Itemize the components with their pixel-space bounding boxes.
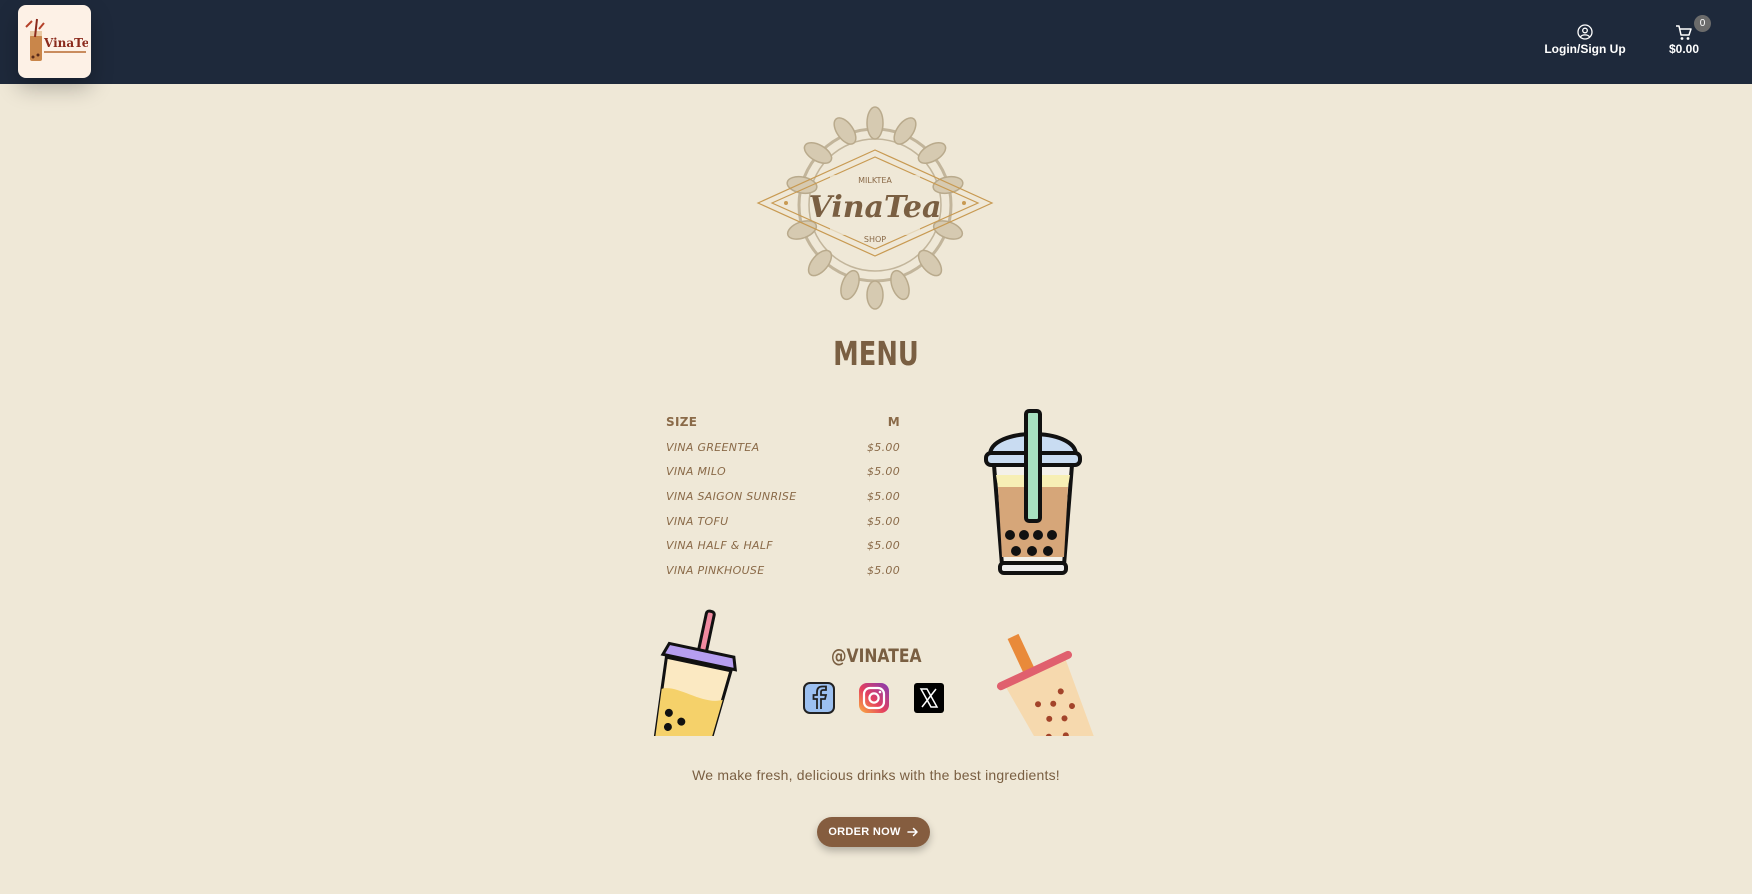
emblem-top-text: MILKTEA bbox=[858, 176, 892, 185]
menu-heading: MENU bbox=[833, 334, 919, 373]
menu-item-name: VINA PINKHOUSE bbox=[666, 563, 765, 577]
emblem-bottom-text: SHOP bbox=[864, 235, 886, 244]
wreath-logo-icon: MILKTEA VinaTea SHOP bbox=[756, 106, 994, 310]
menu-item: VINA GREENTEA $5.00 bbox=[666, 435, 900, 460]
menu-item-name: VINA SAIGON SUNRISE bbox=[666, 489, 797, 503]
brand-emblem: MILKTEA VinaTea SHOP bbox=[750, 105, 1000, 315]
svg-text:VinaTea: VinaTea bbox=[43, 36, 88, 50]
cart-count-badge: 0 bbox=[1694, 15, 1711, 32]
site-logo[interactable]: VinaTea bbox=[18, 5, 91, 78]
menu-item-price: $5.00 bbox=[867, 489, 900, 503]
menu-table: SIZE M VINA GREENTEA $5.00 VINA MILO $5.… bbox=[666, 410, 900, 583]
cart-total: $0.00 bbox=[1668, 42, 1700, 56]
social-handle: @VINATEA bbox=[830, 645, 922, 667]
emblem-brand-text: VinaTea bbox=[809, 190, 942, 225]
menu-item-name: VINA MILO bbox=[666, 465, 726, 479]
boba-cup-icon bbox=[984, 409, 1082, 575]
menu-item-price: $5.00 bbox=[867, 440, 900, 454]
order-now-button[interactable]: ORDER NOW bbox=[817, 817, 930, 847]
menu-item: VINA TOFU $5.00 bbox=[666, 509, 900, 534]
instagram-icon[interactable] bbox=[858, 682, 890, 714]
top-nav: VinaTea Login/Sign Up $0.00 0 bbox=[0, 0, 1752, 84]
login-label: Login/Sign Up bbox=[1544, 42, 1626, 56]
logo-cup-icon: VinaTea bbox=[24, 18, 88, 61]
facebook-icon[interactable] bbox=[803, 682, 835, 714]
menu-item-price: $5.00 bbox=[867, 465, 900, 479]
size-label: SIZE bbox=[666, 415, 698, 430]
menu-item-price: $5.00 bbox=[867, 514, 900, 528]
menu-item-price: $5.00 bbox=[867, 563, 900, 577]
tilted-cup-illustration-right bbox=[990, 632, 1096, 736]
purple-lid-cup-icon bbox=[653, 609, 738, 736]
menu-item-name: VINA TOFU bbox=[666, 514, 729, 528]
menu-item-name: VINA HALF & HALF bbox=[666, 539, 773, 553]
size-m-label: M bbox=[887, 415, 900, 430]
menu-header-row: SIZE M bbox=[666, 410, 900, 435]
menu-item: VINA HALF & HALF $5.00 bbox=[666, 533, 900, 558]
x-icon[interactable] bbox=[913, 682, 945, 714]
peach-cup-icon bbox=[996, 633, 1096, 736]
social-links bbox=[803, 682, 945, 714]
order-now-label: ORDER NOW bbox=[828, 826, 901, 838]
menu-item: VINA SAIGON SUNRISE $5.00 bbox=[666, 484, 900, 509]
arrow-right-icon bbox=[906, 827, 918, 837]
menu-item-name: VINA GREENTEA bbox=[666, 440, 760, 454]
boba-cup-illustration bbox=[980, 407, 1086, 579]
menu-item: VINA MILO $5.00 bbox=[666, 459, 900, 484]
menu-item-price: $5.00 bbox=[867, 539, 900, 553]
user-icon bbox=[1577, 24, 1593, 40]
cart-icon bbox=[1676, 25, 1692, 40]
cart-button[interactable]: $0.00 0 bbox=[1660, 15, 1711, 56]
tilted-cup-illustration-left bbox=[650, 608, 746, 736]
tagline: We make fresh, delicious drinks with the… bbox=[692, 767, 1060, 783]
menu-item: VINA PINKHOUSE $5.00 bbox=[666, 558, 900, 583]
login-signup-link[interactable]: Login/Sign Up bbox=[1540, 24, 1630, 56]
